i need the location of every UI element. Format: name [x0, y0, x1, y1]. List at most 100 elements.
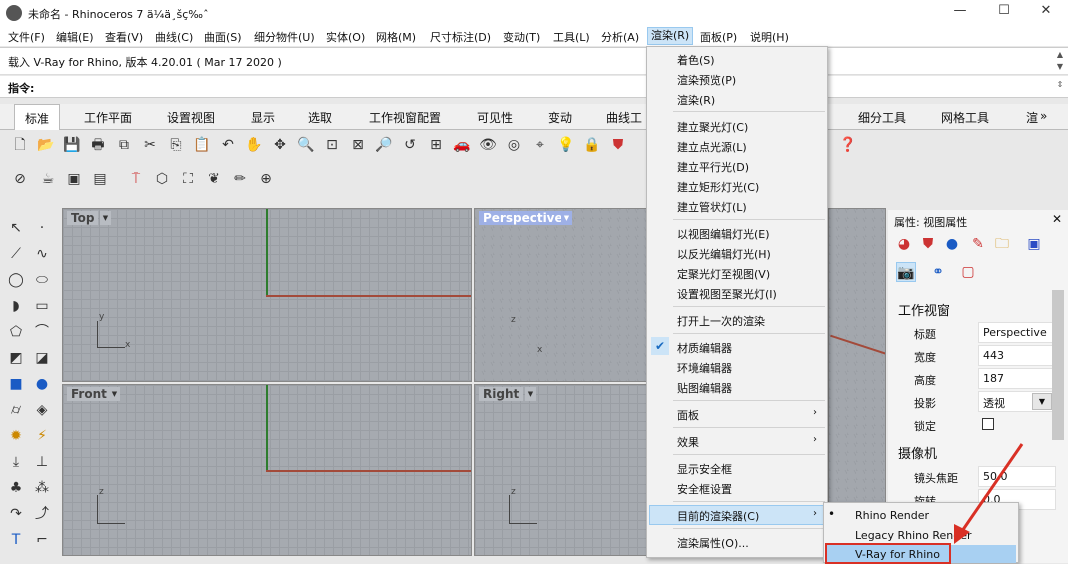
ellipse-icon[interactable]: ⬭: [32, 270, 52, 290]
close-button[interactable]: ✕: [1026, 3, 1066, 23]
viewport-right-dropdown-icon[interactable]: ▼: [525, 387, 536, 401]
light-bulb-icon[interactable]: 💡: [556, 135, 576, 155]
tab-display[interactable]: 显示: [251, 109, 275, 126]
tab-set-view[interactable]: 设置视图: [167, 109, 215, 126]
menu-transform[interactable]: 变动(T): [503, 29, 540, 45]
sphere-add-icon[interactable]: ⊕: [256, 169, 276, 189]
export-icon[interactable]: ⧉: [114, 135, 134, 155]
menu-tools[interactable]: 工具(L): [553, 29, 590, 45]
menu-solid[interactable]: 实体(O): [326, 29, 365, 45]
panel-icon[interactable]: ▤: [90, 169, 110, 189]
tab-curve-tools[interactable]: 曲线工: [606, 109, 642, 126]
menu-item-panels[interactable]: 面板: [677, 407, 699, 423]
arc-icon[interactable]: ◗: [6, 296, 26, 316]
solid-sphere-icon[interactable]: ●: [32, 374, 52, 394]
menu-help[interactable]: 说明(H): [750, 29, 789, 45]
zoom-selected-icon[interactable]: 🔎: [374, 135, 394, 155]
panel-scrollbar[interactable]: [1052, 290, 1064, 440]
sweep-icon[interactable]: ◪: [32, 348, 52, 368]
viewport-right-title[interactable]: Right: [479, 387, 524, 401]
viewport-perspective-title[interactable]: Perspective: [479, 211, 567, 225]
zoom-extents-icon[interactable]: ⊠: [348, 135, 368, 155]
viewport-top-dropdown-icon[interactable]: ▼: [100, 211, 111, 225]
paste-icon[interactable]: 📋: [192, 135, 212, 155]
rectangle-icon[interactable]: ▭: [32, 296, 52, 316]
plant-icon[interactable]: ❦: [204, 169, 224, 189]
curve-icon[interactable]: ∿: [32, 244, 52, 264]
viewport-front[interactable]: Front ▼ z: [62, 384, 472, 556]
chevron-down-icon[interactable]: ▼: [1032, 393, 1052, 410]
viewport-props-icon[interactable]: ⚭: [928, 262, 948, 282]
menu-item-linear-light[interactable]: 建立管状灯(L): [677, 199, 747, 215]
panel-close-icon[interactable]: ✕: [1052, 212, 1062, 226]
spotlight-icon[interactable]: ⍑: [126, 169, 146, 189]
zoom-window-icon[interactable]: ⊡: [322, 135, 342, 155]
menu-item-rectangular-light[interactable]: 建立矩形灯光(C): [677, 179, 759, 195]
menu-item-material-editor[interactable]: 材质编辑器: [677, 340, 732, 356]
viewport-right[interactable]: Right ▼ z: [474, 384, 648, 556]
move-icon[interactable]: ⤓: [6, 452, 26, 472]
pen-icon[interactable]: ✎: [968, 234, 988, 254]
viewport-perspective-dropdown-icon[interactable]: ▼: [561, 211, 572, 225]
tab-transform[interactable]: 变动: [548, 109, 572, 126]
tab-standard[interactable]: 标准: [14, 104, 61, 130]
new-file-icon[interactable]: 🗋: [10, 135, 30, 155]
cut-icon[interactable]: ✂: [140, 135, 160, 155]
help-icon[interactable]: ❓: [838, 135, 858, 155]
folder-icon[interactable]: 🗀: [992, 234, 1012, 254]
minimize-button[interactable]: —: [940, 3, 980, 23]
menu-view[interactable]: 查看(V): [105, 29, 143, 45]
camera-icon[interactable]: 📷: [896, 262, 916, 282]
menu-item-edit-light-by-reflection[interactable]: 以反光编辑灯光(H): [677, 246, 771, 262]
polygon-icon[interactable]: ⬠: [6, 322, 26, 342]
command-line[interactable]: 指令: ⇕: [0, 76, 1068, 98]
menu-item-open-last-render[interactable]: 打开上一次的渲染: [677, 313, 765, 329]
target-icon[interactable]: ◎: [504, 135, 524, 155]
menu-dimension[interactable]: 尺寸标注(D): [430, 29, 491, 45]
renderer-rhino-render[interactable]: Rhino Render: [855, 509, 929, 522]
pan-hand-icon[interactable]: ✋: [244, 135, 264, 155]
menu-item-point-light[interactable]: 建立点光源(L): [677, 139, 747, 155]
tab-render[interactable]: 渲: [1026, 109, 1038, 126]
menu-mesh[interactable]: 网格(M): [376, 29, 416, 45]
lock-icon[interactable]: 🔒: [582, 135, 602, 155]
box-icon[interactable]: ⬡: [152, 169, 172, 189]
tab-viewport-layout[interactable]: 工作视窗配置: [369, 109, 441, 126]
tab-visibility[interactable]: 可见性: [477, 109, 513, 126]
image-icon[interactable]: ▣: [1024, 234, 1044, 254]
text-icon[interactable]: T: [6, 530, 26, 550]
explode-icon[interactable]: ⚡: [32, 426, 52, 446]
plane-icon[interactable]: ⛶: [178, 169, 198, 189]
tab-subd-tools[interactable]: 细分工具: [858, 109, 906, 126]
menu-panels[interactable]: 面板(P): [700, 29, 737, 45]
undo-view-icon[interactable]: ↺: [400, 135, 420, 155]
trim-icon[interactable]: ⤴: [32, 504, 52, 524]
open-folder-icon[interactable]: 📂: [36, 135, 56, 155]
menu-render[interactable]: 渲染(R): [647, 27, 694, 45]
join-curve-icon[interactable]: ↷: [6, 504, 26, 524]
menu-item-spotlight-to-view[interactable]: 定聚光灯至视图(V): [677, 266, 770, 282]
menu-item-texture-editor[interactable]: 贴图编辑器: [677, 380, 732, 396]
tabs-more-icon[interactable]: »: [1040, 109, 1047, 123]
command-spin-icon[interactable]: ⇕: [1054, 80, 1066, 94]
tab-select[interactable]: 选取: [308, 109, 332, 126]
boolean-icon[interactable]: ✹: [6, 426, 26, 446]
menu-item-render-preview[interactable]: 渲染预览(P): [677, 72, 736, 88]
select-arrow-icon[interactable]: ↖: [6, 218, 26, 238]
undo-icon[interactable]: ↶: [218, 135, 238, 155]
polyline-icon[interactable]: ⟋: [6, 244, 26, 264]
tab-cplanes[interactable]: 工作平面: [84, 109, 132, 126]
car-icon[interactable]: 🚗: [452, 135, 472, 155]
tab-mesh-tools[interactable]: 网格工具: [941, 109, 989, 126]
viewport-front-title[interactable]: Front: [67, 387, 111, 401]
menu-item-spotlight[interactable]: 建立聚光灯(C): [677, 119, 748, 135]
print-icon[interactable]: 🖶: [88, 135, 108, 155]
save-icon[interactable]: 💾: [62, 135, 82, 155]
menu-item-environment-editor[interactable]: 环境编辑器: [677, 360, 732, 376]
eye-icon[interactable]: 👁: [478, 135, 498, 155]
render-window-icon[interactable]: ▣: [64, 169, 84, 189]
zoom-icon[interactable]: 🔍: [296, 135, 316, 155]
menu-item-shade[interactable]: 着色(S): [677, 52, 715, 68]
menu-analyze[interactable]: 分析(A): [601, 29, 639, 45]
mesh-icon[interactable]: ◈: [32, 400, 52, 420]
